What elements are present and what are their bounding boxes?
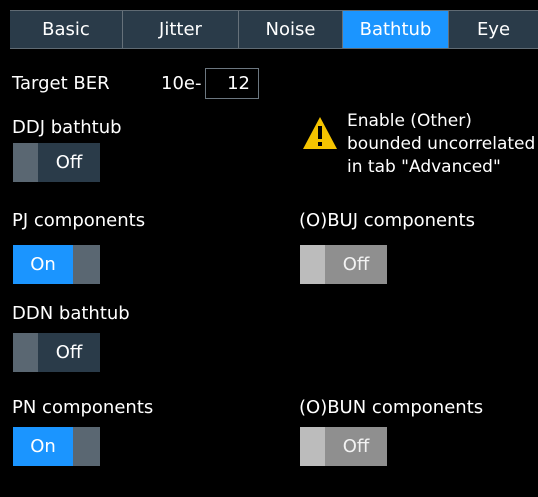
pn-components-toggle-state: On	[13, 427, 73, 466]
tab-jitter-label: Jitter	[159, 19, 202, 40]
obuj-components-toggle-state: Off	[325, 245, 387, 284]
pj-components-toggle-knob	[73, 245, 100, 284]
obuj-components-toggle[interactable]: Off	[300, 245, 387, 284]
warning-line-1: Enable (Other)	[347, 111, 472, 131]
pj-components-toggle[interactable]: On	[13, 245, 100, 284]
target-ber-exponent-value: 12	[227, 73, 250, 94]
tab-bathtub[interactable]: Bathtub	[343, 11, 449, 48]
obun-components-toggle-knob	[300, 427, 325, 466]
tab-bathtub-label: Bathtub	[359, 19, 432, 40]
target-ber-label: Target BER	[12, 73, 110, 94]
ddn-bathtub-label: DDN bathtub	[12, 303, 130, 324]
target-ber-prefix: 10e-	[161, 73, 202, 94]
tab-eye[interactable]: Eye	[449, 11, 538, 48]
tab-bar: Basic Jitter Noise Bathtub Eye	[10, 10, 538, 49]
warning-line-3: in tab "Advanced"	[347, 157, 501, 177]
warning-message: Enable (Other) bounded uncorrelated in t…	[347, 110, 535, 179]
obuj-components-toggle-knob	[300, 245, 325, 284]
tab-jitter[interactable]: Jitter	[123, 11, 239, 48]
tab-noise-label: Noise	[265, 19, 316, 40]
pn-components-toggle-knob	[73, 427, 100, 466]
obuj-components-label: (O)BUJ components	[299, 210, 475, 231]
ddj-bathtub-toggle[interactable]: Off	[13, 143, 100, 182]
pj-components-toggle-state: On	[13, 245, 73, 284]
obun-components-toggle-state: Off	[325, 427, 387, 466]
target-ber-exponent-field[interactable]: 12	[205, 68, 259, 99]
ddj-bathtub-toggle-knob	[13, 143, 38, 182]
pn-components-toggle[interactable]: On	[13, 427, 100, 466]
ddj-bathtub-toggle-state: Off	[38, 143, 100, 182]
tab-basic[interactable]: Basic	[10, 11, 123, 48]
ddn-bathtub-toggle-knob	[13, 333, 38, 372]
tab-basic-label: Basic	[42, 19, 90, 40]
ddn-bathtub-toggle[interactable]: Off	[13, 333, 100, 372]
bathtub-settings-panel: Basic Jitter Noise Bathtub Eye Target BE…	[0, 0, 538, 497]
obun-components-toggle[interactable]: Off	[300, 427, 387, 466]
ddn-bathtub-toggle-state: Off	[38, 333, 100, 372]
tab-noise[interactable]: Noise	[239, 11, 343, 48]
obun-components-label: (O)BUN components	[299, 397, 484, 418]
warning-line-2: bounded uncorrelated	[347, 134, 536, 154]
tab-eye-label: Eye	[476, 19, 511, 40]
pj-components-label: PJ components	[12, 210, 146, 231]
warning-triangle-icon	[303, 117, 337, 149]
ddj-bathtub-label: DDJ bathtub	[12, 117, 122, 138]
pn-components-label: PN components	[12, 397, 154, 418]
